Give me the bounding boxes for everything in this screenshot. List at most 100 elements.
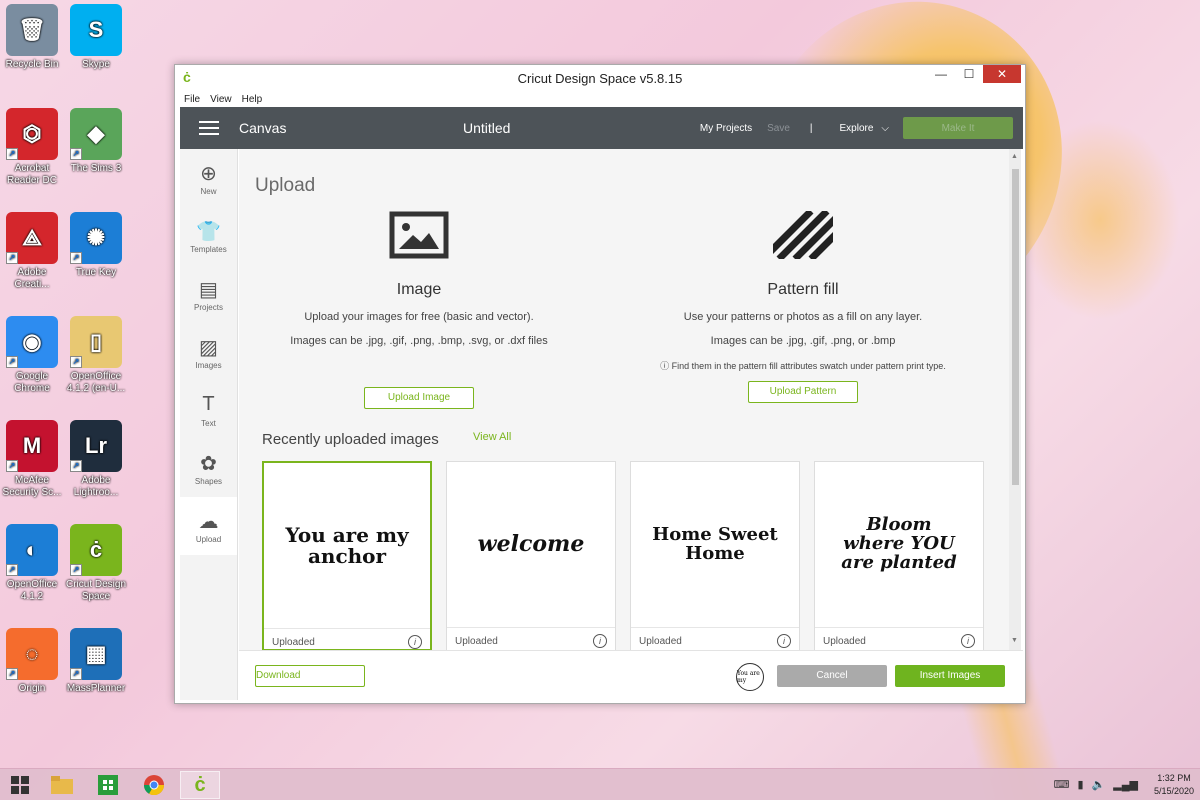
menu-help[interactable]: Help <box>242 94 263 105</box>
app-icon: ✺ ↗ <box>70 212 122 264</box>
desktop-shortcut[interactable]: ◐ ↗ OpenOffice 4.1.2 <box>0 524 64 603</box>
sidebar-item-label: Images <box>195 360 222 370</box>
desktop-shortcut[interactable]: ▯ ↗ OpenOffice 4.1.2 (en-U... <box>64 316 128 395</box>
cricut-window: ċ Cricut Design Space v5.8.15 — ☐ ✕ File… <box>174 64 1026 704</box>
app-icon: M ↗ <box>6 420 58 472</box>
vertical-scrollbar[interactable]: ▲ ▼ <box>1009 149 1021 650</box>
explore-dropdown[interactable]: Explore <box>840 123 874 134</box>
desktop-shortcut[interactable]: ⟁ ↗ Adobe Creati... <box>0 212 64 291</box>
sidebar-item-text[interactable]: T Text <box>180 381 237 439</box>
desktop-shortcut-label: Acrobat Reader DC <box>6 163 58 186</box>
desktop-shortcut[interactable]: ◆ ↗ The Sims 3 <box>64 108 128 175</box>
plus-circle-icon: ⊕ <box>200 162 217 185</box>
shortcut-arrow-icon: ↗ <box>6 668 18 680</box>
app-icon: ċ ↗ <box>70 524 122 576</box>
system-tray: ⌨ ▮ 🔈 ▂▄▆ <box>1054 778 1138 791</box>
keyboard-icon[interactable]: ⌨ <box>1054 778 1070 791</box>
cricut-taskbar-icon[interactable]: ċ <box>180 771 220 799</box>
sidebar-item-upload[interactable]: ☁ Upload <box>180 497 237 555</box>
file-explorer-icon[interactable] <box>42 771 82 799</box>
make-it-button[interactable]: Make It <box>903 117 1013 139</box>
desktop-shortcut[interactable]: ⏣ ↗ Acrobat Reader DC <box>0 108 64 187</box>
image-desc: Upload your images for free (basic and v… <box>304 311 534 323</box>
info-icon[interactable]: i <box>961 634 975 648</box>
selected-image-thumbnail: You are my <box>736 663 764 691</box>
shortcut-arrow-icon: ↗ <box>6 460 18 472</box>
my-projects-link[interactable]: My Projects <box>700 123 752 134</box>
scroll-up-icon[interactable]: ▲ <box>1011 153 1018 160</box>
recent-uploads-heading: Recently uploaded images <box>262 431 439 448</box>
menu-bar: File View Help <box>175 91 1025 107</box>
battery-icon[interactable]: ▮ <box>1078 778 1084 791</box>
desktop-shortcut[interactable]: M ↗ McAfee Security Sc... <box>0 420 64 499</box>
shortcut-arrow-icon: ↗ <box>70 356 82 368</box>
scroll-down-icon[interactable]: ▼ <box>1011 637 1018 644</box>
app-icon: ▦ ↗ <box>70 628 122 680</box>
upload-pattern-button[interactable]: Upload Pattern <box>748 381 858 403</box>
header-separator: | <box>809 122 813 134</box>
uploaded-image-card[interactable]: welcome Uploaded i <box>446 461 616 650</box>
info-icon[interactable]: i <box>593 634 607 648</box>
start-button[interactable] <box>0 771 40 799</box>
desktop-shortcut[interactable]: S Skype <box>64 4 128 71</box>
desktop-shortcut[interactable]: ◉ ↗ Google Chrome <box>0 316 64 395</box>
uploaded-image-card[interactable]: Bloom where YOU are planted Uploaded i <box>814 461 984 650</box>
app-icon: ⏣ ↗ <box>6 108 58 160</box>
image-icon <box>249 207 589 263</box>
network-icon[interactable]: ▂▄▆ <box>1113 778 1138 791</box>
close-button[interactable]: ✕ <box>983 65 1021 83</box>
chevron-down-icon[interactable]: ⌵ <box>881 123 889 134</box>
menu-view[interactable]: View <box>210 94 232 105</box>
save-button[interactable]: Save <box>767 123 790 134</box>
sidebar-item-templates[interactable]: 👕 Templates <box>180 207 237 265</box>
chrome-icon[interactable] <box>134 771 174 799</box>
hamburger-menu-icon[interactable] <box>199 117 219 139</box>
cancel-button[interactable]: Cancel <box>777 665 887 687</box>
insert-images-button[interactable]: Insert Images <box>895 665 1005 687</box>
store-icon[interactable] <box>88 771 128 799</box>
card-label: Uploaded <box>823 636 866 647</box>
desktop-shortcut-label: Origin <box>18 683 46 694</box>
sidebar-item-new[interactable]: ⊕ New <box>180 149 237 207</box>
menu-file[interactable]: File <box>184 94 200 105</box>
sidebar-item-projects[interactable]: ▤ Projects <box>180 265 237 323</box>
uploaded-image-card[interactable]: You are my anchor Uploaded i <box>262 461 432 650</box>
pattern-fill-icon <box>633 207 973 263</box>
upload-heading: Upload <box>255 175 316 196</box>
tshirt-icon: 👕 <box>196 220 221 243</box>
desktop-shortcut[interactable]: ✺ ↗ True Key <box>64 212 128 279</box>
view-all-link[interactable]: View All <box>473 431 511 443</box>
desktop-shortcut[interactable]: ◌ ↗ Origin <box>0 628 64 695</box>
info-icon[interactable]: i <box>408 635 422 649</box>
desktop-shortcut[interactable]: 🗑 Recycle Bin <box>0 4 64 71</box>
sidebar-item-images[interactable]: ▨ Images <box>180 323 237 381</box>
maximize-button[interactable]: ☐ <box>955 65 983 83</box>
sidebar-item-label: Projects <box>194 302 223 312</box>
sidebar-item-label: Upload <box>195 534 222 544</box>
scrollbar-thumb[interactable] <box>1012 169 1019 485</box>
upload-panel: Upload Image Upload your images for free… <box>239 149 1009 650</box>
shortcut-arrow-icon: ↗ <box>70 148 82 160</box>
pattern-note: ⓘ Find them in the pattern fill attribut… <box>660 361 946 371</box>
taskbar-clock[interactable]: 1:32 PM 5/15/2020 <box>1154 772 1194 798</box>
card-label: Uploaded <box>639 636 682 647</box>
image-upload-section: Image Upload your images for free (basic… <box>249 207 589 409</box>
volume-icon[interactable]: 🔈 <box>1092 778 1106 791</box>
project-title[interactable]: Untitled <box>463 120 510 136</box>
app-icon: ◆ ↗ <box>70 108 122 160</box>
sidebar-item-shapes[interactable]: ✿ Shapes <box>180 439 237 497</box>
shapes-icon: ✿ <box>200 452 217 475</box>
desktop-shortcut[interactable]: ċ ↗ Cricut Design Space <box>64 524 128 603</box>
info-icon[interactable]: i <box>777 634 791 648</box>
uploaded-image-card[interactable]: Home Sweet Home Uploaded i <box>630 461 800 650</box>
minimize-button[interactable]: — <box>927 65 955 83</box>
pattern-upload-section: Pattern fill Use your patterns or photos… <box>633 207 973 403</box>
desktop-shortcut[interactable]: ▦ ↗ MassPlanner <box>64 628 128 695</box>
card-label: Uploaded <box>272 637 315 648</box>
download-button[interactable]: Download <box>255 665 365 687</box>
desktop-shortcut-label: MassPlanner <box>66 683 126 694</box>
upload-image-button[interactable]: Upload Image <box>364 387 474 409</box>
shortcut-arrow-icon: ↗ <box>70 460 82 472</box>
desktop-shortcut[interactable]: Lr ↗ Adobe Lightroo... <box>64 420 128 499</box>
title-bar[interactable]: ċ Cricut Design Space v5.8.15 — ☐ ✕ <box>175 65 1025 91</box>
